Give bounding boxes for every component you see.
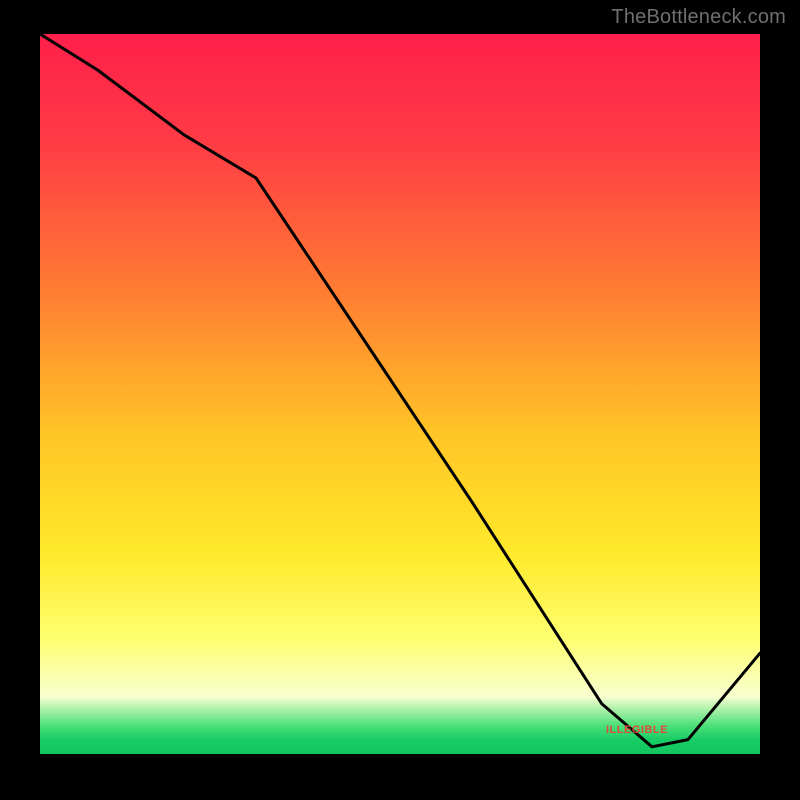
bottleneck-curve <box>40 34 760 754</box>
chart-frame: TheBottleneck.com ILLEGIBLE <box>0 0 800 800</box>
minimum-annotation: ILLEGIBLE <box>606 724 668 736</box>
plot-area: ILLEGIBLE <box>40 34 760 754</box>
watermark-text: TheBottleneck.com <box>611 6 786 29</box>
